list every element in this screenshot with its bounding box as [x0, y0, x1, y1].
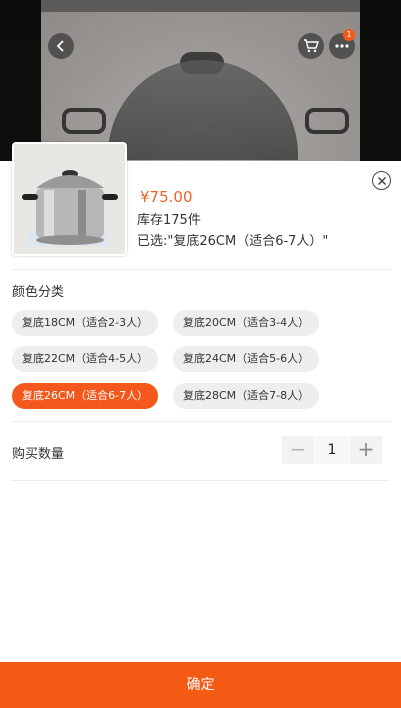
cart-icon [304, 39, 319, 53]
pot-handle-right [305, 108, 349, 134]
divider [12, 480, 390, 481]
color-option-26cm[interactable]: 复底26CM（适合6-7人） [12, 383, 159, 409]
selected-summary: 已选:"复底26CM（适合6-7人）" [137, 234, 329, 249]
increment-button[interactable]: + [350, 436, 382, 464]
pot-image [14, 144, 125, 254]
more-icon [335, 44, 349, 48]
color-option-22cm[interactable]: 复底22CM（适合4-5人） [12, 346, 159, 372]
decrement-button[interactable]: − [282, 436, 314, 464]
stock: 库存175件 [137, 213, 201, 228]
quantity-label: 购买数量 [12, 447, 65, 462]
back-arrow-icon [56, 40, 64, 52]
quantity-value[interactable]: 1 [314, 436, 350, 464]
divider [12, 421, 390, 422]
price: ¥75.00 [140, 188, 193, 206]
color-option-28cm[interactable]: 复底28CM（适合7-8人） [173, 383, 320, 409]
quantity-stepper: − 1 + [282, 436, 382, 464]
cart-badge: 1 [343, 29, 355, 41]
color-option-18cm[interactable]: 复底18CM（适合2-3人） [12, 310, 159, 336]
close-button[interactable] [372, 171, 391, 190]
color-option-24cm[interactable]: 复底24CM（适合5-6人） [173, 346, 320, 372]
pot-handle-left [62, 108, 106, 134]
color-option-20cm[interactable]: 复底20CM（适合3-4人） [173, 310, 320, 336]
color-section-title: 颜色分类 [12, 285, 65, 300]
close-icon [377, 176, 386, 185]
confirm-button[interactable]: 确定 [0, 662, 401, 708]
product-thumbnail [12, 142, 127, 256]
cart-button[interactable] [298, 33, 324, 59]
divider [12, 269, 390, 270]
back-button[interactable] [48, 33, 74, 59]
